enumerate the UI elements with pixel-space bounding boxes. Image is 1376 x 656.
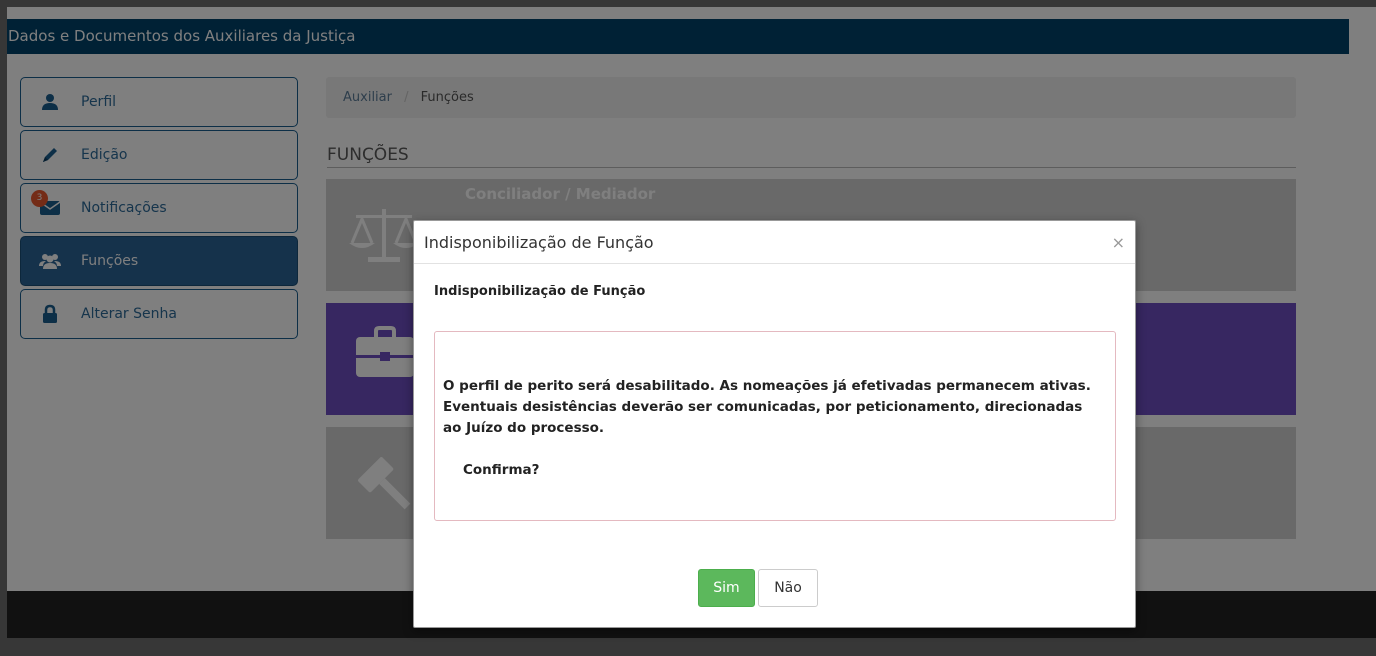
dialog-confirm-question: Confirma? (463, 462, 540, 478)
dialog-subtitle: Indisponibilização de Função (434, 284, 646, 299)
dialog-message-box: O perfil de perito será desabilitado. As… (434, 331, 1116, 521)
close-icon[interactable]: × (1112, 221, 1125, 264)
dialog-message-line: ao Juízo do processo. (443, 420, 605, 436)
dialog-title: Indisponibilização de Função (424, 233, 654, 252)
dialog-message-line: O perfil de perito será desabilitado. As… (443, 378, 1091, 394)
dialog-message-line: Eventuais desistências deverão ser comun… (443, 399, 1083, 415)
yes-button[interactable]: Sim (698, 569, 755, 607)
dialog-message: O perfil de perito será desabilitado. As… (443, 376, 1108, 439)
dialog-header: Indisponibilização de Função × (414, 221, 1135, 264)
confirm-dialog: Indisponibilização de Função × Indisponi… (413, 220, 1136, 628)
no-button[interactable]: Não (758, 569, 818, 607)
